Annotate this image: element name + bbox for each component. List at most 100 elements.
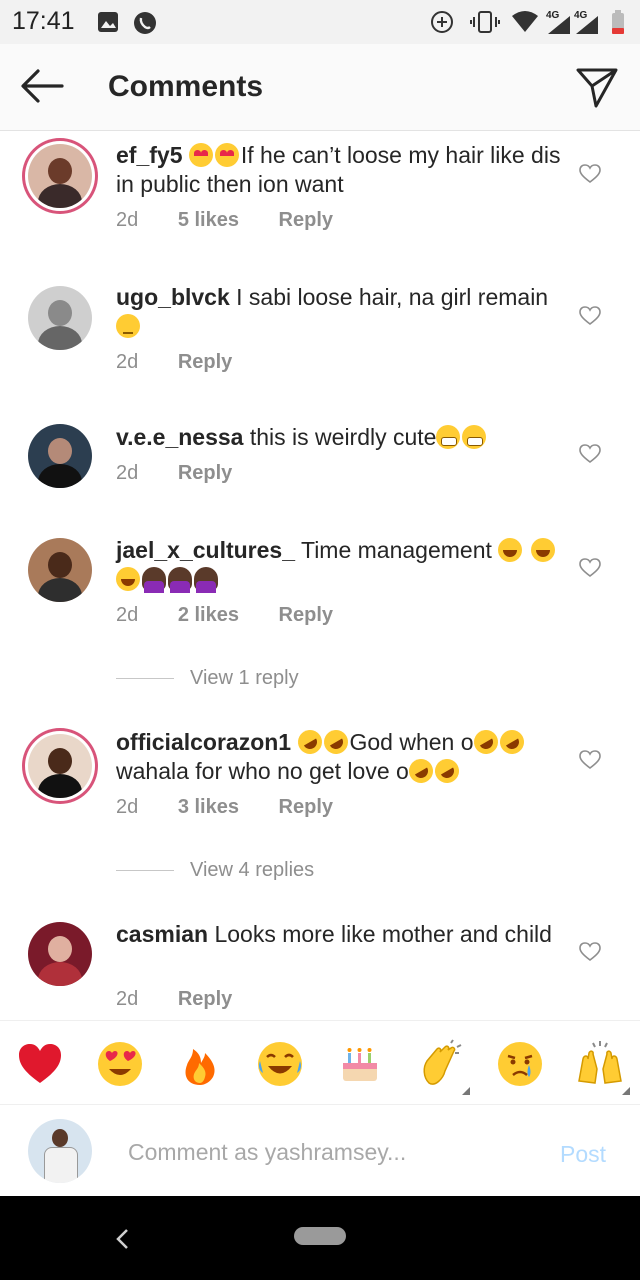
gallery-icon xyxy=(98,12,118,32)
battery-icon xyxy=(612,10,624,34)
avatar[interactable] xyxy=(28,734,92,798)
comment-body: this is weirdly cute xyxy=(249,424,437,450)
comment-body: Looks more like mother and child xyxy=(214,921,552,947)
view-replies-label: View 1 reply xyxy=(190,667,299,689)
post-button[interactable]: Post xyxy=(560,1141,606,1168)
signal-icon-1 xyxy=(548,16,570,34)
birthday-cake-reaction-icon[interactable] xyxy=(335,1039,385,1089)
rofl-emoji-icon xyxy=(293,725,326,759)
direct-send-icon[interactable] xyxy=(574,64,620,110)
rofl-emoji-icon xyxy=(319,725,352,759)
comment-meta: 2d Reply xyxy=(116,988,266,1011)
like-heart-icon[interactable] xyxy=(579,750,601,770)
avatar[interactable] xyxy=(28,286,92,350)
status-bar: 17:41 4G 4G xyxy=(0,0,640,44)
grin-emoji-icon xyxy=(462,425,487,449)
reply-button[interactable]: Reply xyxy=(178,351,232,373)
comment-composer: Post xyxy=(0,1104,640,1197)
system-back-icon[interactable] xyxy=(108,1224,138,1254)
quick-reactions-bar xyxy=(0,1020,640,1105)
reply-button[interactable]: Reply xyxy=(279,796,333,818)
likes-count[interactable]: 5 likes xyxy=(178,209,239,231)
view-replies-button[interactable]: View 1 reply xyxy=(116,667,299,690)
comment-time: 2d xyxy=(116,604,139,626)
avatar[interactable] xyxy=(28,922,92,986)
system-navigation-bar xyxy=(0,1196,640,1280)
comment-meta: 2d Reply xyxy=(116,462,266,485)
comment-meta: 2d 5 likes Reply xyxy=(116,209,367,232)
comment-list[interactable]: ef_fy5 If he can’t loose my hair like di… xyxy=(0,131,640,1019)
comment-username[interactable]: ugo_blvck xyxy=(116,284,230,310)
comment-text: casmian Looks more like mother and child xyxy=(116,920,566,949)
signal-icon-2 xyxy=(576,16,598,34)
whatsapp-icon xyxy=(134,12,156,34)
back-arrow-icon[interactable] xyxy=(18,66,66,106)
joy-emoji-icon xyxy=(498,538,523,562)
comment-username[interactable]: ef_fy5 xyxy=(116,142,182,168)
comment-time: 2d xyxy=(116,462,139,484)
comment-text: ugo_blvck I sabi loose hair, na girl rem… xyxy=(116,283,566,341)
comment-time: 2d xyxy=(116,988,139,1010)
comment-text: officialcorazon1 God when o wahala for w… xyxy=(116,725,566,788)
wifi-icon xyxy=(512,11,538,32)
data-saver-icon xyxy=(431,11,453,33)
comment-meta: 2d 3 likes Reply xyxy=(116,796,367,819)
comment-meta: 2d 2 likes Reply xyxy=(116,604,367,627)
like-heart-icon[interactable] xyxy=(579,164,601,184)
comment-text: ef_fy5 If he can’t loose my hair like di… xyxy=(116,141,566,199)
reply-button[interactable]: Reply xyxy=(178,988,232,1010)
replies-divider xyxy=(116,678,174,680)
like-heart-icon[interactable] xyxy=(579,444,601,464)
reply-button[interactable]: Reply xyxy=(178,462,232,484)
joy-emoji-icon xyxy=(116,567,140,591)
current-user-avatar xyxy=(28,1119,92,1183)
comment-time: 2d xyxy=(116,796,139,818)
red-heart-reaction-icon[interactable] xyxy=(15,1039,65,1089)
smirk-emoji-icon xyxy=(116,314,140,338)
heart-eyes-reaction-icon[interactable] xyxy=(95,1039,145,1089)
comment-body-continued: wahala for who no get love o xyxy=(116,758,409,784)
comment-text: jael_x_cultures_ Time management xyxy=(116,536,566,594)
crying-face-reaction-icon[interactable] xyxy=(495,1039,545,1089)
comment-username[interactable]: v.e.e_nessa xyxy=(116,424,243,450)
likes-count[interactable]: 2 likes xyxy=(178,604,239,626)
comment-input[interactable] xyxy=(126,1131,530,1173)
like-heart-icon[interactable] xyxy=(579,942,601,962)
vibrate-icon xyxy=(470,11,500,33)
status-time: 17:41 xyxy=(12,7,75,35)
system-home-pill[interactable] xyxy=(294,1227,346,1245)
view-replies-button[interactable]: View 4 replies xyxy=(116,859,314,882)
more-variants-indicator-icon xyxy=(622,1087,630,1095)
reply-button[interactable]: Reply xyxy=(279,209,333,231)
like-heart-icon[interactable] xyxy=(579,558,601,578)
grin-emoji-icon xyxy=(436,425,461,449)
comment-username[interactable]: officialcorazon1 xyxy=(116,729,291,755)
facepalm-emoji-icon xyxy=(168,567,192,593)
heart-eyes-emoji-icon xyxy=(214,143,239,167)
view-replies-label: View 4 replies xyxy=(190,859,315,881)
joy-reaction-icon[interactable] xyxy=(255,1039,305,1089)
comment-body: God when o xyxy=(349,729,474,755)
facepalm-emoji-icon xyxy=(194,567,218,593)
comment-text: v.e.e_nessa this is weirdly cute xyxy=(116,423,566,452)
avatar[interactable] xyxy=(28,424,92,488)
avatar[interactable] xyxy=(28,538,92,602)
more-variants-indicator-icon xyxy=(462,1087,470,1095)
avatar[interactable] xyxy=(28,144,92,208)
rofl-emoji-icon xyxy=(430,754,464,788)
comment-meta: 2d Reply xyxy=(116,351,266,374)
comment-time: 2d xyxy=(116,209,139,231)
heart-eyes-emoji-icon xyxy=(188,143,213,167)
joy-emoji-icon xyxy=(530,538,555,562)
facepalm-emoji-icon xyxy=(142,567,166,593)
reply-button[interactable]: Reply xyxy=(279,604,333,626)
like-heart-icon[interactable] xyxy=(579,306,601,326)
likes-count[interactable]: 3 likes xyxy=(178,796,239,818)
clapping-hands-reaction-icon[interactable] xyxy=(415,1039,465,1089)
comment-username[interactable]: casmian xyxy=(116,921,208,947)
fire-reaction-icon[interactable] xyxy=(175,1039,225,1089)
comment-body: If he can’t loose my hair like dis in pu… xyxy=(116,142,561,197)
comment-username[interactable]: jael_x_cultures_ xyxy=(116,537,295,563)
raising-hands-reaction-icon[interactable] xyxy=(575,1039,625,1089)
app-bar: Comments xyxy=(0,44,640,131)
